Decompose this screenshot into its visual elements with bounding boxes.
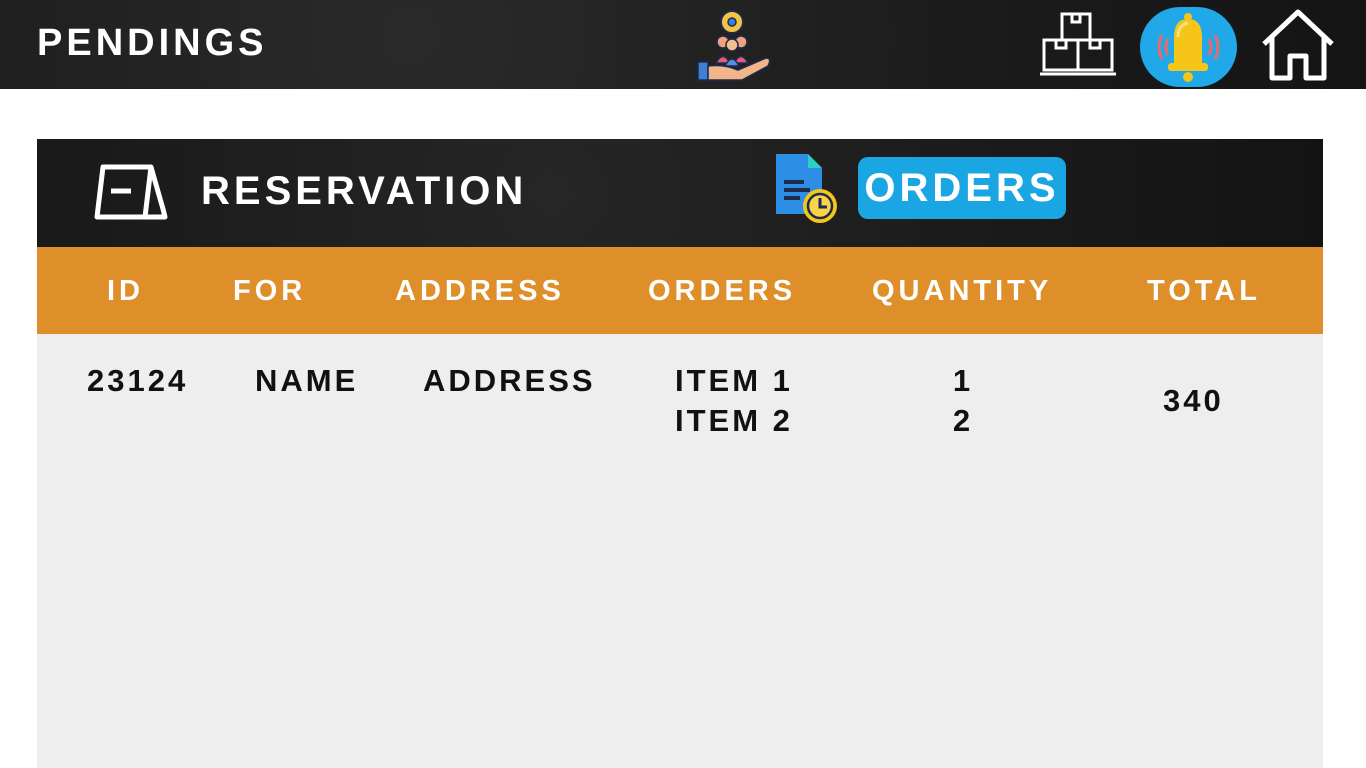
cell-quantity: 2	[952, 403, 974, 438]
column-header-orders: ORDERS	[648, 275, 797, 307]
reservation-sign-icon[interactable]	[93, 163, 173, 221]
table-header: ID FOR ADDRESS ORDERS QUANTITY TOTAL	[37, 247, 1323, 334]
column-header-address: ADDRESS	[395, 275, 565, 307]
cell-quantity: 1	[952, 363, 974, 398]
column-header-for: FOR	[233, 275, 307, 307]
cell-id: 23124	[87, 363, 189, 398]
inventory-boxes-icon[interactable]	[1038, 10, 1118, 80]
home-icon[interactable]	[1258, 6, 1338, 84]
panel-header: RESERVATION ORDERS	[37, 139, 1323, 247]
cell-address: ADDRESS	[423, 363, 596, 398]
top-bar: PENDINGS	[0, 0, 1366, 89]
pending-document-clock-icon	[776, 154, 837, 223]
column-header-total: TOTAL	[1147, 275, 1261, 307]
cell-order-item: ITEM 1	[675, 363, 793, 398]
cell-order-item: ITEM 2	[675, 403, 793, 438]
notification-bell-button[interactable]	[1140, 7, 1237, 87]
pending-panel: RESERVATION ORDERS ID FOR ADDRESS ORDERS…	[37, 139, 1323, 768]
column-header-quantity: QUANTITY	[872, 275, 1053, 307]
cell-for: NAME	[255, 363, 359, 398]
cell-total: 340	[1163, 383, 1224, 418]
service-hand-gear-icon	[697, 10, 771, 81]
page-title: PENDINGS	[37, 22, 268, 64]
column-header-id: ID	[107, 275, 144, 307]
notification-bell-icon	[1157, 13, 1220, 82]
orders-tab[interactable]: ORDERS	[858, 157, 1066, 219]
reservation-tab[interactable]: RESERVATION	[201, 169, 527, 214]
